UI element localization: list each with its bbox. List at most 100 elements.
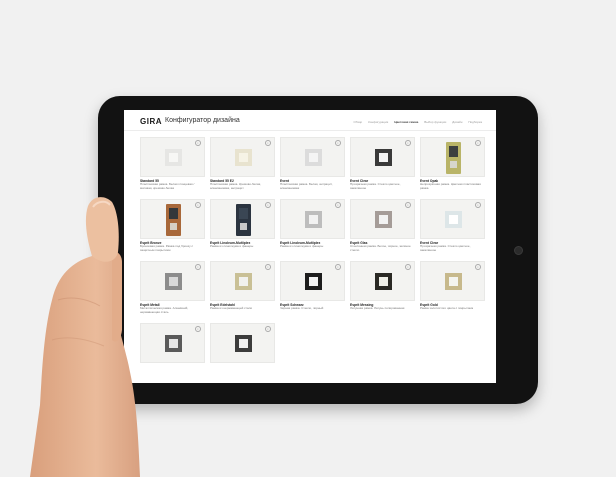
info-icon[interactable]: i: [405, 140, 411, 146]
info-icon[interactable]: i: [195, 202, 201, 208]
app-screen: GIRA Конфигуратор дизайна Обзор Конфигура…: [124, 110, 496, 383]
switch-button-icon: [450, 161, 457, 168]
product-card[interactable]: i Event Opak Непрозрачная рамка. Цветная п…: [420, 137, 485, 195]
tablet-home-button[interactable]: [514, 246, 523, 255]
info-icon[interactable]: i: [335, 140, 341, 146]
product-description: Рамка золотистого цвета с покрытием: [420, 306, 474, 310]
product-card[interactable]: i Esprit Gold Рамка золотистого цвета с по…: [420, 261, 485, 319]
switch-insert-icon: [449, 277, 458, 286]
switch-insert-icon: [239, 339, 248, 348]
switch-insert-icon: [169, 277, 178, 286]
switch-insert-icon: [449, 146, 458, 157]
product-thumbnail[interactable]: i: [210, 137, 275, 177]
info-icon[interactable]: i: [335, 264, 341, 270]
switch-frame-icon: [235, 273, 252, 290]
switch-insert-icon: [239, 153, 248, 162]
switch-frame-icon: [165, 335, 182, 352]
photo-scene: GIRA Конфигуратор дизайна Обзор Конфигура…: [0, 0, 616, 477]
switch-frame-icon: [445, 211, 462, 228]
product-thumbnail[interactable]: i: [350, 137, 415, 177]
product-thumbnail[interactable]: i: [140, 261, 205, 301]
info-icon[interactable]: i: [265, 326, 271, 332]
product-thumbnail[interactable]: i: [420, 137, 485, 177]
switch-frame-icon: [305, 149, 322, 166]
info-icon[interactable]: i: [195, 140, 201, 146]
product-thumbnail[interactable]: i: [210, 261, 275, 301]
step-3[interactable]: Цветовая гамма: [394, 120, 418, 124]
switch-insert-icon: [169, 208, 178, 219]
product-description: Прозрачная рамка. Стекло цветное, закалё…: [420, 244, 471, 252]
info-icon[interactable]: i: [195, 264, 201, 270]
product-thumbnail[interactable]: i: [210, 323, 275, 363]
product-thumbnail[interactable]: i: [140, 323, 205, 363]
switch-frame-icon: [165, 273, 182, 290]
product-card[interactable]: i Esprit Linoleum-Multiplex Рамка из линол…: [280, 199, 345, 257]
switch-frame-icon: [375, 149, 392, 166]
info-icon[interactable]: i: [475, 202, 481, 208]
product-description: Латунная рамка. Латунь полированная: [350, 306, 405, 310]
product-thumbnail[interactable]: i: [280, 199, 345, 239]
product-thumbnail[interactable]: i: [420, 261, 485, 301]
product-description: Пластиковая рамка. Белая глянцевая / мат…: [140, 182, 195, 190]
product-card[interactable]: i Event Clear Прозрачная рамка. Стекло цве…: [420, 199, 485, 257]
info-icon[interactable]: i: [475, 140, 481, 146]
product-card[interactable]: i Event Clear Прозрачная рамка. Стекло цве…: [350, 137, 415, 195]
product-description: Пластиковая рамка. Кремово-белая, алюмин…: [210, 182, 262, 190]
info-icon[interactable]: i: [335, 202, 341, 208]
product-card[interactable]: i Esprit Schwarz Чёрная рамка. Стекло, чёр…: [280, 261, 345, 319]
product-thumbnail[interactable]: i: [210, 199, 275, 239]
product-description: Рамка из линолеума и фанеры: [210, 244, 254, 248]
info-icon[interactable]: i: [405, 202, 411, 208]
product-thumbnail[interactable]: i: [350, 261, 415, 301]
switch-button-icon: [170, 223, 177, 230]
product-card[interactable]: i Esprit Messing Латунная рамка. Латунь по…: [350, 261, 415, 319]
product-description: Пластиковая рамка. Белая, антрацит, алюм…: [280, 182, 333, 190]
step-5[interactable]: Дизайн: [452, 120, 462, 124]
switch-frame-icon: [165, 149, 182, 166]
switch-frame-icon: [375, 211, 392, 228]
product-description: Металлическая рамка. Алюминий, нержавеющ…: [140, 306, 189, 314]
product-description: Бронзовая рамка. Рамка под бронзу с защи…: [140, 244, 193, 252]
switch-frame-icon: [305, 211, 322, 228]
switch-insert-icon: [449, 215, 458, 224]
switch-frame-icon: [166, 204, 181, 236]
product-thumbnail[interactable]: i: [280, 261, 345, 301]
info-icon[interactable]: i: [195, 326, 201, 332]
info-icon[interactable]: i: [265, 264, 271, 270]
product-card[interactable]: i Standard 55 E2 Пластиковая рамка. Кремов…: [210, 137, 275, 195]
switch-insert-icon: [239, 277, 248, 286]
info-icon[interactable]: i: [265, 140, 271, 146]
page-title: Конфигуратор дизайна: [165, 117, 240, 124]
switch-insert-icon: [379, 153, 388, 162]
switch-insert-icon: [309, 153, 318, 162]
product-thumbnail[interactable]: i: [280, 137, 345, 177]
gira-logo[interactable]: GIRA: [140, 117, 162, 126]
product-card[interactable]: i: [140, 323, 205, 381]
switch-frame-icon: [446, 142, 461, 174]
product-thumbnail[interactable]: i: [140, 199, 205, 239]
product-card[interactable]: i Esprit Bronze Бронзовая рамка. Рамка под…: [140, 199, 205, 257]
step-2[interactable]: Конфигурация: [368, 120, 388, 124]
step-6[interactable]: Подборка: [468, 120, 482, 124]
product-thumbnail[interactable]: i: [140, 137, 205, 177]
info-icon[interactable]: i: [475, 264, 481, 270]
product-description: Рамка из линолеума и фанеры: [280, 244, 324, 248]
product-card[interactable]: i Esprit Linoleum-Multiplex Рамка из линол…: [210, 199, 275, 257]
switch-frame-icon: [235, 335, 252, 352]
product-card[interactable]: i Esprit Glas Стеклянная рамка. Белое, чёр…: [350, 199, 415, 257]
info-icon[interactable]: i: [405, 264, 411, 270]
product-card[interactable]: i Event Пластиковая рамка. Белая, антрацит…: [280, 137, 345, 195]
step-4[interactable]: Выбор функции: [424, 120, 446, 124]
product-description: Непрозрачная рамка. Цветная пластиковая …: [420, 182, 481, 190]
switch-frame-icon: [235, 149, 252, 166]
step-1[interactable]: Обзор: [354, 120, 363, 124]
product-thumbnail[interactable]: i: [350, 199, 415, 239]
info-icon[interactable]: i: [265, 202, 271, 208]
product-card[interactable]: i Standard 55 Пластиковая рамка. Белая гля…: [140, 137, 205, 195]
product-card[interactable]: i: [210, 323, 275, 381]
product-grid: i Standard 55 Пластиковая рамка. Белая гля…: [140, 137, 488, 383]
product-card[interactable]: i Esprit Metall Металлическая рамка. Алюми…: [140, 261, 205, 319]
product-card[interactable]: i Esprit Edelstahl Рамка из нержавеющей ст…: [210, 261, 275, 319]
product-thumbnail[interactable]: i: [420, 199, 485, 239]
switch-insert-icon: [169, 339, 178, 348]
